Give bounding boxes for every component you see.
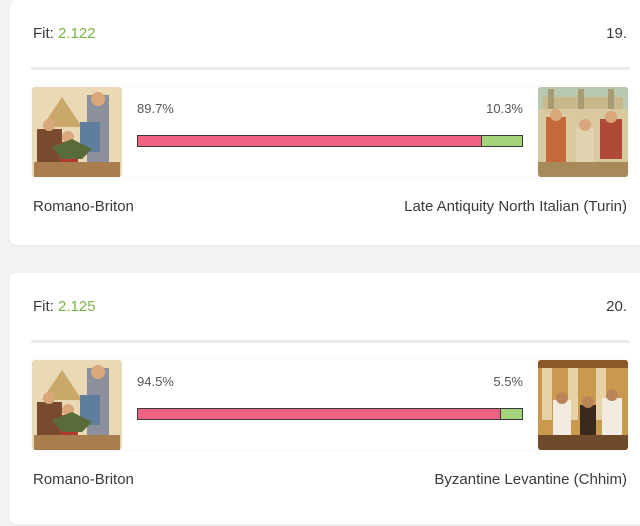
left-population-name: Romano-Briton (33, 471, 134, 488)
divider (31, 67, 630, 70)
left-population-name: Romano-Briton (33, 198, 134, 215)
result-card: Fit: 2.122 19. 89.7% 10.3% Romano-Briton… (10, 0, 640, 245)
admixture-bar (137, 135, 523, 147)
fit-label: Fit: (33, 25, 58, 42)
left-share-segment (138, 136, 483, 146)
right-population-name: Byzantine Levantine (Chhim) (434, 471, 627, 488)
left-share-segment (138, 409, 501, 419)
admixture-panel: 89.7% 10.3% (32, 87, 628, 177)
fit-row: Fit: 2.125 20. (33, 295, 627, 319)
population-names: Romano-Briton Byzantine Levantine (Chhim… (33, 470, 627, 490)
byzantine-levantine-illustration (538, 360, 628, 450)
rank-number: 20. (606, 298, 627, 315)
population-names: Romano-Briton Late Antiquity North Itali… (33, 197, 627, 217)
result-card: Fit: 2.125 20. 94.5% 5.5% Romano-Briton … (10, 273, 640, 524)
rank-number: 19. (606, 25, 627, 42)
fit-label: Fit: (33, 298, 58, 315)
right-share-segment (500, 409, 522, 419)
divider (31, 340, 630, 343)
left-percentage: 94.5% (137, 374, 174, 389)
right-percentage: 10.3% (486, 101, 523, 116)
left-percentage: 89.7% (137, 101, 174, 116)
romano-briton-illustration (32, 360, 122, 450)
fit-value: 2.125 (58, 298, 96, 315)
right-share-segment (482, 136, 522, 146)
right-population-name: Late Antiquity North Italian (Turin) (404, 198, 627, 215)
fit-row: Fit: 2.122 19. (33, 22, 627, 46)
right-percentage: 5.5% (493, 374, 523, 389)
late-antiquity-italian-illustration (538, 87, 628, 177)
admixture-bar (137, 408, 523, 420)
romano-briton-illustration (32, 87, 122, 177)
admixture-panel: 94.5% 5.5% (32, 360, 628, 450)
fit-value: 2.122 (58, 25, 96, 42)
